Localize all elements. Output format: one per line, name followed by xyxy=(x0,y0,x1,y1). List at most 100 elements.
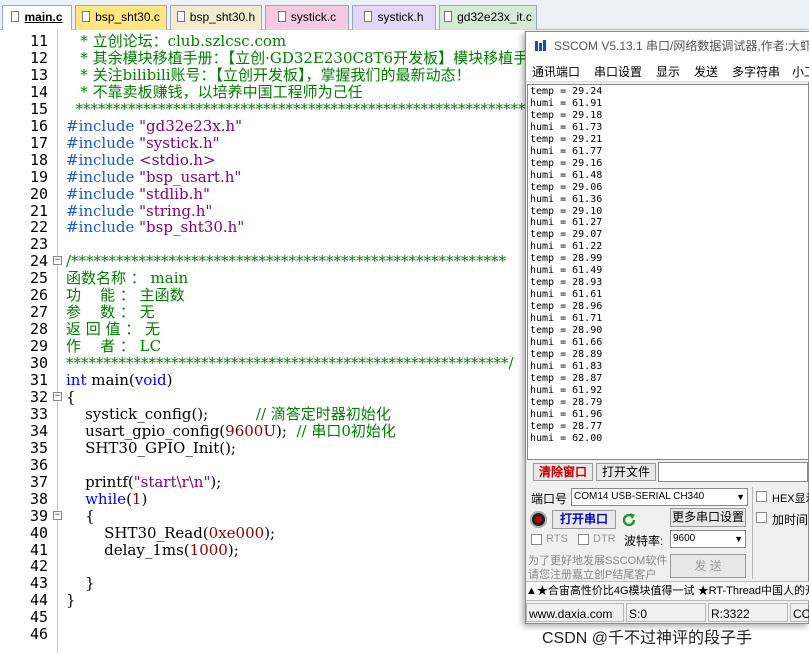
code-token: // 串口0初始化 xyxy=(296,421,396,440)
code-token: { xyxy=(66,387,76,406)
code-token: ****************************************… xyxy=(66,354,514,373)
line-number: 46 xyxy=(29,625,48,644)
port-select-value: COM14 USB-SERIAL CH340 xyxy=(574,491,705,502)
code-text: SHT30_GPIO_Init(); xyxy=(66,439,236,457)
line-number: 40 xyxy=(29,523,48,542)
line-number: 20 xyxy=(29,184,48,203)
editor-tab-bar: main.c bsp_sht30.c bsp_sht30.h systick.c sys… xyxy=(0,0,809,30)
sscom-title-bar[interactable]: SSCOM V5.13.1 串口/网络数据调试器,作者:大虾丁丁 xyxy=(526,32,809,60)
menu-serial-settings[interactable]: 串口设置 xyxy=(594,63,642,80)
fold-toggle-icon[interactable]: − xyxy=(53,510,62,520)
menu-display[interactable]: 显示 xyxy=(656,63,680,80)
chevron-down-icon: ▼ xyxy=(734,534,743,544)
line-number: 23 xyxy=(29,235,48,254)
port-select[interactable]: COM14 USB-SERIAL CH340 ▼ xyxy=(571,488,748,506)
code-text: int main(void) xyxy=(66,372,173,389)
receive-line: temp = 29.16 xyxy=(530,157,603,169)
tab-label: bsp_sht30.c xyxy=(95,10,160,24)
refresh-icon[interactable] xyxy=(620,511,638,529)
line-number: 37 xyxy=(29,472,48,491)
menu-port[interactable]: 通讯端口 xyxy=(532,63,580,80)
rts-checkbox[interactable] xyxy=(531,534,542,545)
sscom-menu-bar: 通讯端口 串口设置 显示 发送 多字符串 小工具 xyxy=(526,60,809,82)
tab-label: systick.h xyxy=(377,10,424,24)
tab-systick-h[interactable]: systick.h xyxy=(352,5,436,30)
code-token: 0xe000 xyxy=(208,523,265,542)
csdn-watermark: CSDN @千不过神评的段子手 xyxy=(542,630,753,647)
code-token: ****************************************… xyxy=(66,99,556,118)
clear-window-button[interactable]: 清除窗口 xyxy=(533,463,593,481)
tab-bsp-sht30-h[interactable]: bsp_sht30.h xyxy=(170,5,262,30)
receive-textarea[interactable]: temp = 29.24 humi = 61.91 temp = 29.18 humi… xyxy=(527,84,809,460)
line-number: 33 xyxy=(29,404,48,423)
receive-line: humi = 62.00 xyxy=(530,432,603,444)
status-url[interactable]: www.daxia.com xyxy=(526,603,624,622)
line-number: 44 xyxy=(29,591,48,610)
fold-toggle-icon[interactable]: − xyxy=(53,391,62,401)
line-number: 42 xyxy=(29,557,48,576)
code-text: /***************************************… xyxy=(66,253,506,270)
code-token: // 滴答定时器初始化 xyxy=(255,404,391,423)
code-token: /***************************************… xyxy=(66,252,507,271)
code-token: * 关注bilibili账号：【立创开发板】，掌握我们的最新动态！ xyxy=(66,65,471,84)
code-token: ); xyxy=(210,472,222,491)
open-file-button[interactable]: 打开文件 xyxy=(596,463,656,481)
sscom-app-icon xyxy=(535,40,546,51)
code-text: usart_gpio_config(9600U); // 串口0初始化 xyxy=(66,421,396,440)
line-number: 30 xyxy=(29,354,48,373)
menu-tools[interactable]: 小工具 xyxy=(792,63,809,80)
open-port-button[interactable]: 打开串口 xyxy=(552,510,616,529)
code-token: 1000 xyxy=(189,540,228,559)
fold-toggle-icon[interactable]: − xyxy=(53,256,62,266)
code-token: usart_gpio_config( xyxy=(66,421,226,440)
code-text: #include "bsp_sht30.h" xyxy=(66,219,244,236)
menu-send[interactable]: 发送 xyxy=(694,63,718,80)
status-sent-count: S:0 xyxy=(626,603,706,622)
tab-systick-c[interactable]: systick.c xyxy=(265,5,349,30)
receive-line: humi = 61.36 xyxy=(530,193,603,205)
code-text: #include <stdio.h> xyxy=(66,151,216,169)
code-token: void xyxy=(134,371,167,389)
code-text: #include "systick.h" xyxy=(66,134,220,152)
line-number: 14 xyxy=(29,82,48,101)
line-number: 38 xyxy=(29,489,48,508)
receive-line: temp = 29.18 xyxy=(530,109,603,121)
code-text: systick_config(); // 滴答定时器初始化 xyxy=(66,404,391,423)
status-extra: COM xyxy=(790,603,809,622)
code-text: * 关注bilibili账号：【立创开发板】，掌握我们的最新动态！ xyxy=(66,65,471,84)
line-number: 17 xyxy=(29,133,48,152)
code-text: #include "stdlib.h" xyxy=(66,184,210,203)
menu-multi-string[interactable]: 多字符串 xyxy=(732,63,780,80)
code-token: } xyxy=(66,591,76,610)
line-number: 27 xyxy=(29,303,48,322)
add-time-checkbox[interactable] xyxy=(756,512,767,523)
hex-display-checkbox[interactable] xyxy=(756,491,767,502)
promo-line-2[interactable]: 请您注册嘉立创P结尾客户 xyxy=(528,566,656,582)
tab-bsp-sht30-c[interactable]: bsp_sht30.c xyxy=(75,5,167,30)
line-number: 12 xyxy=(29,48,48,67)
line-number: 22 xyxy=(29,218,48,237)
send-input[interactable] xyxy=(658,462,808,482)
code-text: } xyxy=(66,575,95,592)
dtr-checkbox[interactable] xyxy=(578,534,589,545)
ad-ticker[interactable]: ▲★合宙高性价比4G模块值得一试 ★RT-Thread中国人的开源免费操作系统 xyxy=(526,581,809,601)
receive-line: temp = 28.79 xyxy=(530,396,603,408)
tab-main-c[interactable]: main.c xyxy=(2,5,72,30)
baud-label: 波特率: xyxy=(624,534,664,548)
send-button[interactable]: 发 送 xyxy=(670,554,746,578)
port-label: 端口号 xyxy=(531,492,568,506)
tab-gd32e23x-it-c[interactable]: gd32e23x_it.c xyxy=(439,5,537,30)
code-token: "stdlib.h" xyxy=(139,184,210,203)
code-token: int xyxy=(66,371,92,389)
code-token: ); xyxy=(275,421,297,440)
line-number: 43 xyxy=(29,574,48,593)
file-icon xyxy=(277,11,286,22)
baud-select[interactable]: 9600 ▼ xyxy=(670,530,746,548)
code-token: ) xyxy=(166,371,173,389)
line-number: 11 xyxy=(29,32,48,50)
receive-line: temp = 29.07 xyxy=(530,229,603,241)
more-serial-settings-button[interactable]: 更多串口设置 xyxy=(670,508,746,527)
port-status-indicator xyxy=(530,511,547,528)
code-token: "string.h" xyxy=(139,201,213,220)
